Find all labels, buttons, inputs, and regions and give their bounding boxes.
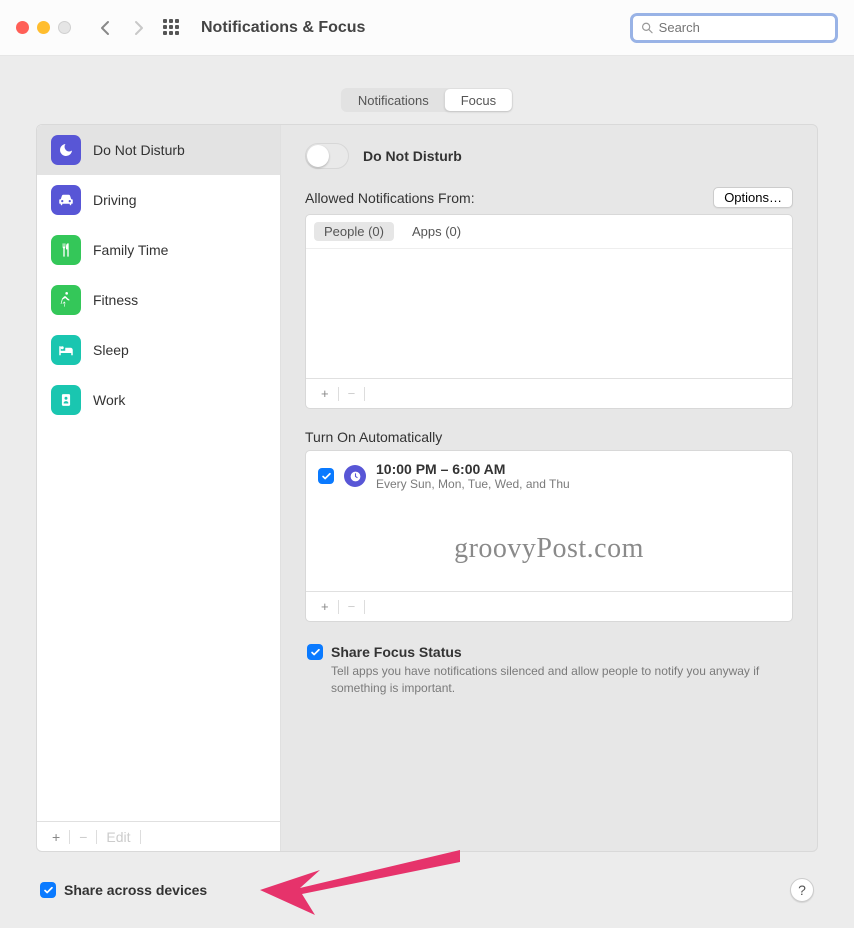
search-icon bbox=[641, 21, 654, 35]
focus-item-label: Driving bbox=[93, 192, 137, 208]
minimize-window-button[interactable] bbox=[37, 21, 50, 34]
traffic-lights bbox=[16, 21, 71, 34]
sidebar-footer: + − Edit bbox=[37, 821, 280, 851]
divider bbox=[96, 830, 97, 844]
focus-item-sleep[interactable]: Sleep bbox=[37, 325, 280, 375]
main-panel: Do Not Disturb Driving Family Time bbox=[36, 124, 818, 852]
search-field[interactable] bbox=[630, 13, 838, 43]
add-schedule-button[interactable]: + bbox=[314, 599, 336, 614]
auto-header: Turn On Automatically bbox=[305, 429, 793, 445]
allowed-subtabs: People (0) Apps (0) bbox=[306, 215, 792, 248]
add-allowed-button[interactable]: + bbox=[314, 386, 336, 401]
focus-detail: Do Not Disturb Allowed Notifications Fro… bbox=[281, 125, 817, 851]
content-area: Notifications Focus Do Not Disturb Drivi… bbox=[0, 56, 854, 928]
subtab-apps[interactable]: Apps (0) bbox=[402, 222, 471, 241]
moon-icon bbox=[51, 135, 81, 165]
focus-list: Do Not Disturb Driving Family Time bbox=[37, 125, 280, 821]
bottom-bar: Share across devices ? bbox=[40, 878, 814, 902]
subtab-people[interactable]: People (0) bbox=[314, 222, 394, 241]
schedule-days: Every Sun, Mon, Tue, Wed, and Thu bbox=[376, 477, 570, 491]
schedule-text: 10:00 PM – 6:00 AM Every Sun, Mon, Tue, … bbox=[376, 461, 570, 491]
focus-item-family-time[interactable]: Family Time bbox=[37, 225, 280, 275]
fork-knife-icon bbox=[51, 235, 81, 265]
share-status-desc: Tell apps you have notifications silence… bbox=[331, 663, 791, 697]
help-button[interactable]: ? bbox=[790, 878, 814, 902]
schedule-checkbox[interactable] bbox=[318, 468, 334, 484]
share-devices-label: Share across devices bbox=[64, 882, 207, 898]
divider bbox=[140, 830, 141, 844]
remove-schedule-button[interactable]: − bbox=[341, 599, 363, 614]
auto-card: 10:00 PM – 6:00 AM Every Sun, Mon, Tue, … bbox=[305, 450, 793, 622]
bed-icon bbox=[51, 335, 81, 365]
focus-item-fitness[interactable]: Fitness bbox=[37, 275, 280, 325]
divider bbox=[338, 600, 339, 614]
remove-focus-button[interactable]: − bbox=[72, 829, 94, 845]
car-icon bbox=[51, 185, 81, 215]
share-status-checkbox[interactable] bbox=[307, 644, 323, 660]
share-status-label: Share Focus Status bbox=[331, 644, 462, 660]
window-title: Notifications & Focus bbox=[201, 19, 365, 37]
toggle-label: Do Not Disturb bbox=[363, 148, 462, 164]
tab-control: Notifications Focus bbox=[341, 88, 513, 112]
focus-item-label: Sleep bbox=[93, 342, 129, 358]
focus-sidebar: Do Not Disturb Driving Family Time bbox=[37, 125, 281, 851]
options-button[interactable]: Options… bbox=[713, 187, 793, 208]
allowed-card: People (0) Apps (0) + − bbox=[305, 214, 793, 409]
divider bbox=[69, 830, 70, 844]
search-input[interactable] bbox=[659, 20, 827, 35]
focus-toggle[interactable] bbox=[305, 143, 349, 169]
focus-item-driving[interactable]: Driving bbox=[37, 175, 280, 225]
schedule-row[interactable]: 10:00 PM – 6:00 AM Every Sun, Mon, Tue, … bbox=[306, 451, 792, 501]
forward-button[interactable] bbox=[129, 18, 149, 38]
edit-focus-button[interactable]: Edit bbox=[99, 829, 137, 845]
allowed-list bbox=[306, 248, 792, 378]
watermark-text: groovyPost.com bbox=[306, 501, 792, 591]
back-button[interactable] bbox=[95, 18, 115, 38]
divider bbox=[364, 387, 365, 401]
schedule-time: 10:00 PM – 6:00 AM bbox=[376, 461, 570, 477]
auto-footer: + − bbox=[306, 591, 792, 621]
switch-knob bbox=[307, 145, 329, 167]
focus-item-label: Fitness bbox=[93, 292, 138, 308]
status-section: Share Focus Status Tell apps you have no… bbox=[305, 642, 793, 697]
focus-toggle-row: Do Not Disturb bbox=[305, 143, 793, 169]
add-focus-button[interactable]: + bbox=[45, 829, 67, 845]
share-devices-checkbox[interactable] bbox=[40, 882, 56, 898]
focus-item-label: Work bbox=[93, 392, 125, 408]
allowed-footer: + − bbox=[306, 378, 792, 408]
remove-allowed-button[interactable]: − bbox=[341, 386, 363, 401]
badge-icon bbox=[51, 385, 81, 415]
allowed-header: Allowed Notifications From: Options… bbox=[305, 187, 793, 208]
focus-item-work[interactable]: Work bbox=[37, 375, 280, 425]
divider bbox=[364, 600, 365, 614]
close-window-button[interactable] bbox=[16, 21, 29, 34]
focus-item-label: Do Not Disturb bbox=[93, 142, 185, 158]
clock-icon bbox=[344, 465, 366, 487]
share-across-devices-row: Share across devices bbox=[40, 882, 207, 898]
tab-notifications[interactable]: Notifications bbox=[342, 89, 445, 111]
focus-item-label: Family Time bbox=[93, 242, 168, 258]
allowed-label: Allowed Notifications From: bbox=[305, 190, 475, 206]
tab-focus[interactable]: Focus bbox=[445, 89, 512, 111]
show-all-prefs-button[interactable] bbox=[163, 19, 181, 37]
window-toolbar: Notifications & Focus bbox=[0, 0, 854, 56]
focus-item-do-not-disturb[interactable]: Do Not Disturb bbox=[37, 125, 280, 175]
zoom-window-button[interactable] bbox=[58, 21, 71, 34]
divider bbox=[338, 387, 339, 401]
running-icon bbox=[51, 285, 81, 315]
